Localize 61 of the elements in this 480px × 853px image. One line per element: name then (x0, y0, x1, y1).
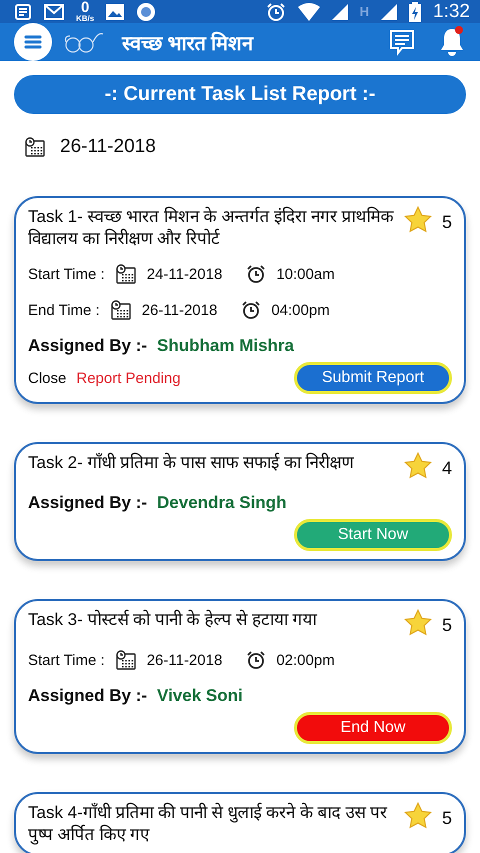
task-title: Task 4-गाँधी प्रतिमा की पानी से धुलाई करने के बाद उस पर पुष्प अर्पित किए गए (28, 802, 388, 846)
action-button[interactable]: Submit Report (294, 362, 452, 394)
signal-icon (332, 4, 348, 20)
net-speed-value: 0 (80, 0, 90, 15)
assigned-by-label: Assigned By :- (28, 493, 148, 513)
mail-icon (44, 4, 64, 20)
assignee-name: Shubham Mishra (157, 336, 294, 356)
time-label: Start Time : (28, 266, 105, 282)
assignee-name: Vivek Soni (157, 686, 243, 706)
news-icon (14, 2, 32, 20)
time-label: End Time : (28, 302, 100, 318)
date-text: 24-11-2018 (146, 266, 222, 282)
alarm-clock-icon (246, 264, 266, 284)
status-label: Close (28, 370, 66, 386)
messages-button[interactable] (388, 28, 416, 56)
image-icon (106, 4, 124, 20)
star-icon (404, 802, 432, 829)
network-type: H (360, 4, 370, 19)
date-text: 26-11-2018 (142, 302, 218, 318)
calendar-clock-icon (110, 300, 132, 320)
notifications-button[interactable] (438, 27, 466, 57)
task-rating: 5 (442, 808, 452, 829)
star-icon (404, 609, 432, 636)
action-button[interactable]: Start Now (294, 519, 452, 551)
alarm-icon (266, 2, 286, 22)
assignee-name: Devendra Singh (157, 493, 286, 513)
time-text: 04:00pm (271, 302, 330, 318)
calendar-clock-icon (24, 137, 46, 157)
task-title: Task 3- पोस्टर्स को पानी के हेल्प से हटाया गया (28, 609, 318, 631)
date-text: 26-11-2018 (146, 652, 222, 668)
wifi-icon (298, 2, 320, 20)
task-rating: 5 (442, 212, 452, 233)
task-title: Task 2- गाँधी प्रतिमा के पास साफ सफाई का निरीक्षण (28, 452, 355, 474)
status-text: Report Pending (76, 370, 181, 386)
clock-time: 1:32 (433, 0, 470, 22)
calendar-clock-icon (114, 650, 137, 670)
task-title: Task 1- स्वच्छ भारत मिशन के अन्तर्गत इंदिरा नगर प्राथमिक विद्यालय का निरीक्षण और रिपोर्ट (28, 206, 395, 250)
report-date: 26-11-2018 (60, 136, 156, 158)
bell-icon (438, 27, 466, 57)
action-button[interactable]: End Now (294, 712, 452, 744)
time-text: 02:00pm (276, 652, 335, 668)
alarm-clock-icon (246, 650, 266, 670)
task-rating: 5 (442, 615, 452, 636)
star-icon (404, 452, 432, 479)
net-speed-unit: KB/s (76, 15, 94, 23)
task-rating: 4 (442, 458, 452, 479)
app-title: स्वच्छ भारत मिशन (122, 30, 254, 56)
time-label: Start Time : (28, 652, 105, 668)
signal-icon (381, 4, 398, 20)
assigned-by-label: Assigned By :- (28, 686, 148, 706)
calendar-clock-icon (114, 264, 137, 284)
record-icon (136, 2, 156, 22)
menu-icon (24, 34, 42, 50)
assigned-by-label: Assigned By :- (28, 336, 148, 356)
menu-button[interactable] (14, 23, 52, 61)
star-icon (404, 206, 432, 233)
spectacles-logo-icon (64, 30, 104, 54)
message-icon (388, 28, 416, 56)
alarm-clock-icon (241, 300, 262, 320)
report-header: -: Current Task List Report :- (14, 75, 466, 114)
time-text: 10:00am (276, 266, 335, 282)
